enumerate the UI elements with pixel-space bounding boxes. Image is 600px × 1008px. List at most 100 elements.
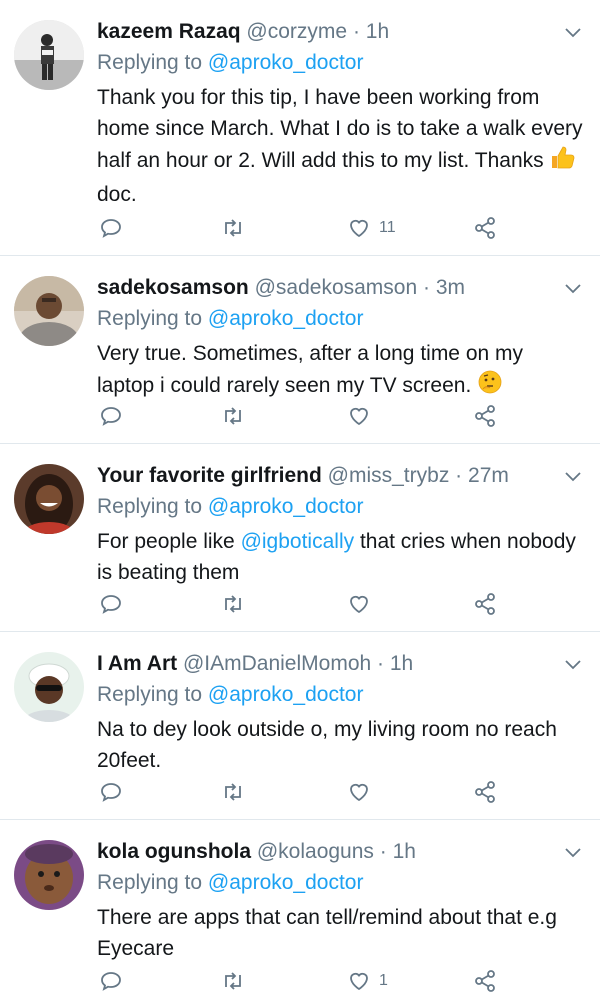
replying-to: Replying to @aproko_doctor: [97, 493, 363, 521]
timestamp[interactable]: 27m: [468, 464, 509, 487]
replying-to: Replying to @aproko_doctor: [97, 305, 363, 333]
share-icon: [475, 405, 495, 427]
tweet-header: Your favorite girlfriend @miss_trybz · 2…: [97, 462, 560, 490]
timestamp[interactable]: 3m: [436, 276, 465, 299]
retweet-button[interactable]: [221, 777, 245, 807]
thinking-face-emoji: [477, 369, 503, 404]
user-handle[interactable]: @corzyme: [246, 20, 347, 43]
user-handle[interactable]: @miss_trybz: [328, 464, 450, 487]
heart-icon: [350, 783, 368, 802]
retweet-button[interactable]: [221, 213, 245, 243]
avatar-image: [14, 840, 84, 910]
thumbs-up-emoji: [549, 144, 575, 179]
tweet-header: sadekosamson @sadekosamson · 3m: [97, 274, 560, 302]
share-icon: [475, 970, 495, 992]
replying-to-label: Replying to: [97, 307, 203, 330]
retweet-button[interactable]: [221, 589, 245, 619]
retweet-icon: [225, 595, 241, 613]
reply-button[interactable]: [99, 213, 123, 243]
tweet-header: kazeem Razaq @corzyme · 1h: [97, 18, 560, 46]
retweet-button[interactable]: [221, 966, 245, 996]
share-button[interactable]: [473, 589, 497, 619]
action-bar: 11: [97, 213, 517, 243]
replying-to-label: Replying to: [97, 871, 203, 894]
timestamp[interactable]: 1h: [393, 840, 416, 863]
chevron-down-icon[interactable]: [564, 846, 582, 858]
tweet[interactable]: sadekosamson @sadekosamson · 3m Replying…: [0, 256, 600, 444]
tweet-header: kola ogunshola @kolaoguns · 1h: [97, 838, 560, 866]
display-name[interactable]: Your favorite girlfriend: [97, 464, 322, 487]
share-button[interactable]: [473, 213, 497, 243]
action-bar: [97, 401, 517, 431]
avatar[interactable]: [14, 652, 84, 722]
share-icon: [475, 781, 495, 803]
separator-dot: ·: [455, 464, 463, 487]
like-button[interactable]: [347, 401, 379, 431]
like-button[interactable]: 1: [347, 966, 388, 996]
avatar[interactable]: [14, 840, 84, 910]
tweet-text: Thank you for this tip, I have been work…: [97, 82, 586, 210]
replying-to-label: Replying to: [97, 51, 203, 74]
share-icon: [475, 593, 495, 615]
tweet-header: I Am Art @IAmDanielMomoh · 1h: [97, 650, 560, 678]
retweet-icon: [225, 219, 241, 237]
tweet[interactable]: Your favorite girlfriend @miss_trybz · 2…: [0, 444, 600, 632]
text-mention-link[interactable]: @igbotically: [241, 530, 355, 553]
avatar[interactable]: [14, 276, 84, 346]
tweet-text-part: Very true. Sometimes, after a long time …: [97, 342, 524, 397]
display-name[interactable]: I Am Art: [97, 652, 177, 675]
replying-to: Replying to @aproko_doctor: [97, 869, 363, 897]
replying-to-mention[interactable]: @aproko_doctor: [208, 495, 364, 518]
tweet[interactable]: kazeem Razaq @corzyme · 1h Replying to @…: [0, 0, 600, 256]
separator-dot: ·: [352, 20, 360, 43]
like-button[interactable]: [347, 777, 379, 807]
chevron-down-icon[interactable]: [564, 470, 582, 482]
timestamp[interactable]: 1h: [366, 20, 389, 43]
avatar[interactable]: [14, 20, 84, 90]
avatar[interactable]: [14, 464, 84, 534]
chevron-down-icon[interactable]: [564, 26, 582, 38]
retweet-button[interactable]: [221, 401, 245, 431]
reply-button[interactable]: [99, 777, 123, 807]
retweet-icon: [225, 783, 241, 801]
replying-to-mention[interactable]: @aproko_doctor: [208, 871, 364, 894]
tweet-text-part: doc.: [97, 183, 137, 206]
reply-button[interactable]: [99, 589, 123, 619]
reply-feed: kazeem Razaq @corzyme · 1h Replying to @…: [0, 0, 600, 1008]
separator-dot: ·: [377, 652, 385, 675]
display-name[interactable]: sadekosamson: [97, 276, 249, 299]
chevron-down-icon[interactable]: [564, 658, 582, 670]
replying-to-mention[interactable]: @aproko_doctor: [208, 307, 364, 330]
display-name[interactable]: kazeem Razaq: [97, 20, 241, 43]
share-button[interactable]: [473, 401, 497, 431]
reply-icon: [101, 783, 121, 802]
tweet-text-part: For people like: [97, 530, 241, 553]
replying-to-mention[interactable]: @aproko_doctor: [208, 51, 364, 74]
tweet[interactable]: kola ogunshola @kolaoguns · 1h Replying …: [0, 820, 600, 1008]
user-handle[interactable]: @IAmDanielMomoh: [183, 652, 371, 675]
timestamp[interactable]: 1h: [390, 652, 413, 675]
heart-icon: [350, 972, 368, 991]
tweet-text-part: Thank you for this tip, I have been work…: [97, 86, 583, 172]
replying-to: Replying to @aproko_doctor: [97, 681, 363, 709]
chevron-down-icon[interactable]: [564, 282, 582, 294]
user-handle[interactable]: @sadekosamson: [255, 276, 418, 299]
reply-button[interactable]: [99, 966, 123, 996]
tweet[interactable]: I Am Art @IAmDanielMomoh · 1h Replying t…: [0, 632, 600, 820]
share-button[interactable]: [473, 966, 497, 996]
avatar-image: [14, 464, 84, 534]
like-count: 1: [379, 972, 388, 989]
heart-icon: [350, 407, 368, 426]
user-handle[interactable]: @kolaoguns: [257, 840, 374, 863]
replying-to-mention[interactable]: @aproko_doctor: [208, 683, 364, 706]
like-button[interactable]: 11: [347, 213, 396, 243]
heart-icon: [350, 219, 368, 238]
reply-button[interactable]: [99, 401, 123, 431]
reply-icon: [101, 407, 121, 426]
action-bar: [97, 589, 517, 619]
share-button[interactable]: [473, 777, 497, 807]
reply-icon: [101, 595, 121, 614]
display-name[interactable]: kola ogunshola: [97, 840, 251, 863]
replying-to-label: Replying to: [97, 683, 203, 706]
like-button[interactable]: [347, 589, 379, 619]
